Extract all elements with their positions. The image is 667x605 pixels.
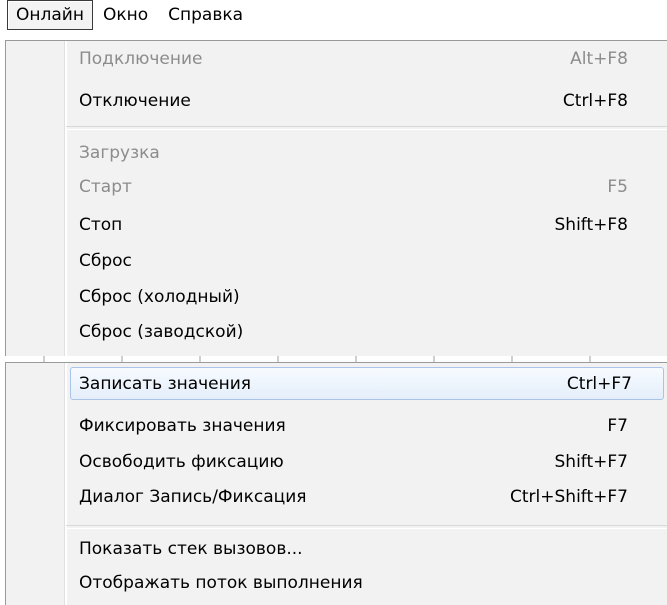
- menu-item-display-flow-control[interactable]: Отображать поток выполнения: [6, 567, 667, 600]
- menu-item-shortcut: Shift+F7: [554, 452, 628, 472]
- menu-item-label: Фиксировать значения: [79, 416, 286, 436]
- menu-item-label: Сброс (заводской): [79, 322, 244, 342]
- menu-item-stop[interactable]: Стоп Shift+F8: [6, 209, 667, 242]
- menu-item-start: Старт F5: [6, 171, 667, 204]
- menu-item-write-values[interactable]: Записать значения Ctrl+F7: [70, 367, 664, 400]
- menu-item-reset-factory[interactable]: Сброс (заводской): [6, 316, 667, 349]
- menu-item-reset[interactable]: Сброс: [6, 245, 667, 278]
- menu-item-disconnect[interactable]: Отключение Ctrl+F8: [6, 85, 667, 118]
- menu-item-label: Отключение: [79, 91, 191, 111]
- menu-item-label: Отображать поток выполнения: [79, 573, 363, 593]
- menu-item-shortcut: F5: [607, 177, 628, 197]
- menu-item-label: Загрузка: [79, 143, 160, 163]
- menu-item-shortcut: Alt+F8: [570, 49, 628, 69]
- menu-item-label: Старт: [79, 177, 132, 197]
- menu-item-shortcut: Ctrl+F8: [562, 91, 628, 111]
- menu-item-label: Сброс: [79, 251, 132, 271]
- menu-item-label: Показать стек вызовов...: [79, 539, 303, 559]
- menu-separator: [66, 126, 667, 130]
- menu-help[interactable]: Справка: [158, 0, 253, 26]
- menu-item-label: Сброс (холодный): [79, 287, 240, 307]
- online-menu-bottom-section: Записать значения Ctrl+F7 Фиксировать зн…: [5, 362, 667, 605]
- menu-item-download: Загрузка: [6, 137, 667, 170]
- menu-item-force-values[interactable]: Фиксировать значения F7: [6, 410, 667, 443]
- menu-item-connect: Подключение Alt+F8: [6, 43, 667, 76]
- menu-separator: [66, 525, 667, 529]
- menu-item-shortcut: Ctrl+Shift+F7: [510, 487, 628, 507]
- menu-item-reset-cold[interactable]: Сброс (холодный): [6, 281, 667, 314]
- menu-item-label: Стоп: [79, 215, 123, 235]
- menu-window[interactable]: Окно: [93, 0, 158, 26]
- menu-item-label: Подключение: [79, 49, 203, 69]
- menu-item-label: Освободить фиксацию: [79, 452, 284, 472]
- online-menu-top-section: Подключение Alt+F8 Отключение Ctrl+F8 За…: [5, 40, 667, 357]
- menu-item-write-force-dialog[interactable]: Диалог Запись/Фиксация Ctrl+Shift+F7: [6, 481, 667, 514]
- menu-item-shortcut: F7: [607, 416, 628, 436]
- menu-item-label: Диалог Запись/Фиксация: [79, 487, 307, 507]
- menu-item-unforce[interactable]: Освободить фиксацию Shift+F7: [6, 446, 667, 479]
- menu-item-show-call-stack[interactable]: Показать стек вызовов...: [6, 533, 667, 566]
- menu-item-label: Записать значения: [79, 374, 252, 394]
- menu-item-shortcut: Shift+F8: [554, 215, 628, 235]
- menu-item-shortcut: Ctrl+F7: [566, 374, 632, 394]
- menu-bar: Онлайн Окно Справка: [0, 0, 667, 40]
- menu-online[interactable]: Онлайн: [7, 0, 93, 30]
